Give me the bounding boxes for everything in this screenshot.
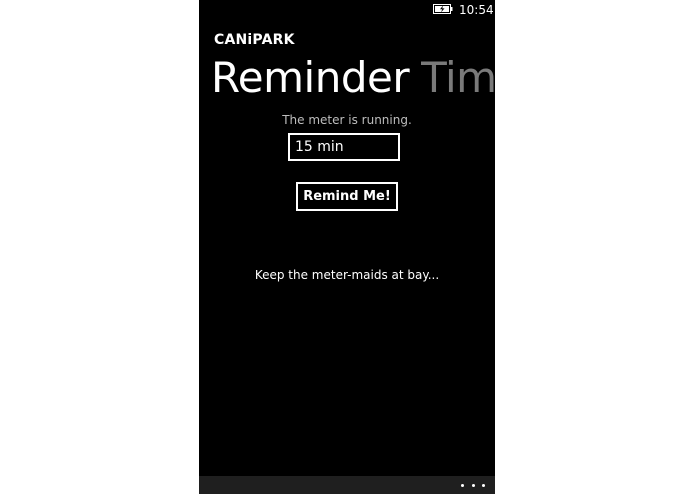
app-bar xyxy=(199,476,495,494)
duration-input[interactable] xyxy=(288,133,400,161)
tagline-text: Keep the meter-maids at bay... xyxy=(254,268,440,282)
ellipsis-icon xyxy=(461,483,464,487)
app-title: CANiPARK xyxy=(214,32,295,48)
status-bar: 10:54 xyxy=(199,0,495,20)
meter-status-text: The meter is running. xyxy=(282,113,412,127)
more-options-button[interactable] xyxy=(461,479,485,491)
status-time: 10:54 xyxy=(459,3,494,17)
pivot-item-time[interactable]: Time xyxy=(421,50,495,106)
remind-me-button[interactable]: Remind Me! xyxy=(296,182,398,211)
ellipsis-icon xyxy=(482,483,485,487)
pivot-item-reminder[interactable]: Reminder xyxy=(211,50,410,106)
phone-screen: 10:54 CANiPARK ReminderTime The meter is… xyxy=(199,0,495,494)
ellipsis-icon xyxy=(471,483,475,487)
battery-charging-icon xyxy=(433,4,453,14)
pivot-header: ReminderTime xyxy=(211,50,495,106)
